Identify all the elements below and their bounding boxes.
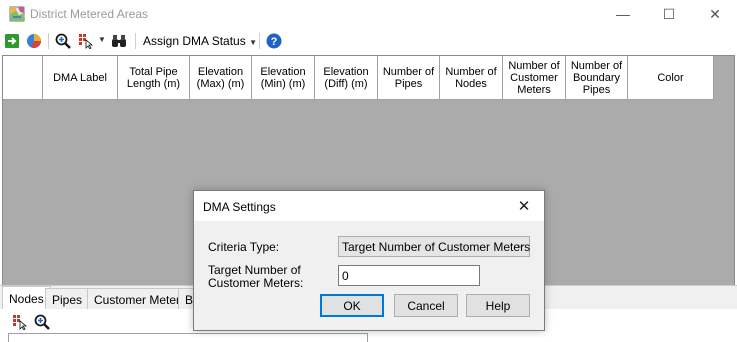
toolbar-separator: [135, 33, 136, 49]
toolbar-separator: [259, 33, 260, 49]
svg-text:?: ?: [271, 36, 278, 48]
target-customer-meters-input[interactable]: 0: [338, 265, 480, 286]
chevron-down-icon[interactable]: ▼: [98, 35, 106, 44]
tab-pipes[interactable]: Pipes: [45, 288, 90, 310]
column-header-number-of-nodes[interactable]: Number of Nodes: [440, 56, 503, 100]
dialog-title: DMA Settings: [203, 200, 276, 214]
window-title: District Metered Areas: [30, 7, 149, 21]
chevron-down-icon: ▼: [249, 38, 257, 47]
column-header-elevation-max[interactable]: Elevation (Max) (m): [190, 56, 252, 100]
column-header-number-of-pipes[interactable]: Number of Pipes: [378, 56, 440, 100]
ok-button[interactable]: OK: [320, 294, 384, 317]
help-icon[interactable]: ?: [266, 33, 282, 49]
window-titlebar: District Metered Areas — ☐ ✕: [0, 0, 737, 28]
grid-header: DMA Label Total Pipe Length (m) Elevatio…: [3, 56, 714, 100]
minimize-button[interactable]: —: [600, 0, 646, 28]
column-header-elevation-min[interactable]: Elevation (Min) (m): [252, 56, 315, 100]
column-header-number-of-customer-meters[interactable]: Number of Customer Meters: [503, 56, 566, 100]
minimize-icon: —: [616, 6, 630, 22]
help-button[interactable]: Help: [466, 294, 530, 317]
criteria-type-label: Criteria Type:: [208, 240, 280, 254]
maximize-button[interactable]: ☐: [646, 0, 692, 28]
select-grid-icon[interactable]: [12, 314, 28, 330]
dma-map-icon: [9, 6, 25, 22]
assign-dma-status-label: Assign DMA Status: [143, 34, 246, 48]
column-header-color[interactable]: Color: [628, 56, 714, 100]
close-icon: ✕: [709, 5, 721, 22]
column-header-total-pipe-length[interactable]: Total Pipe Length (m): [118, 56, 190, 100]
maximize-icon: ☐: [662, 5, 676, 22]
target-customer-meters-value: 0: [342, 269, 349, 283]
select-grid-icon[interactable]: [78, 33, 94, 49]
assign-dma-status-button[interactable]: Assign DMA Status ▼: [143, 34, 257, 48]
column-header-elevation-diff[interactable]: Elevation (Diff) (m): [315, 56, 378, 100]
chevron-down-icon: ⌵: [517, 240, 525, 251]
criteria-type-value: Target Number of Customer Meters: [342, 240, 531, 254]
export-arrow-icon[interactable]: [4, 33, 20, 49]
close-icon: ✕: [517, 198, 531, 215]
criteria-type-select[interactable]: Target Number of Customer Meters ⌵: [338, 236, 530, 257]
toolbar-separator: [48, 33, 49, 49]
nodes-grid[interactable]: [8, 333, 368, 342]
tab-nodes[interactable]: Nodes: [2, 286, 51, 310]
column-header-dma-label[interactable]: DMA Label: [43, 56, 118, 100]
dialog-titlebar: DMA Settings ✕: [194, 191, 544, 221]
main-toolbar: ▼ Assign DMA Status ▼ ?: [0, 29, 737, 53]
cancel-button[interactable]: Cancel: [394, 294, 458, 317]
target-label-line2: Customer Meters:: [208, 276, 304, 290]
binoculars-icon[interactable]: [111, 33, 127, 49]
dma-settings-dialog: DMA Settings ✕ Criteria Type: Target Num…: [193, 190, 545, 331]
zoom-in-icon[interactable]: [55, 33, 71, 49]
pie-chart-icon[interactable]: [26, 33, 42, 49]
zoom-in-icon[interactable]: [34, 314, 50, 330]
grid-header-corner[interactable]: [3, 56, 43, 100]
close-button[interactable]: ✕: [692, 0, 737, 28]
dialog-close-button[interactable]: ✕: [512, 195, 536, 217]
column-header-number-of-boundary-pipes[interactable]: Number of Boundary Pipes: [566, 56, 628, 100]
